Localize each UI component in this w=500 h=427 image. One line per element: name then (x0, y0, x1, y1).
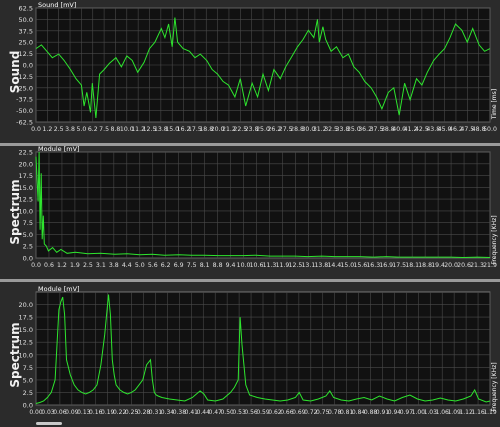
y-axis-label: Module [mV] (38, 285, 80, 293)
x-tick-label: 2.5 (54, 126, 64, 133)
x-tick-label: 20.0 (444, 262, 458, 269)
sound-sidebar-text: Sound (8, 50, 22, 93)
x-tick-label: 4.4 (122, 262, 132, 269)
x-tick-label: 3.8 (65, 126, 75, 133)
x-tick-label: 20.6 (457, 262, 471, 269)
spectrum-sidebar-label: Spectrum (0, 146, 30, 278)
x-tick-label: 5.6 (148, 262, 158, 269)
x-tick-label: 11.9 (276, 262, 290, 269)
x-tick-label: 8.1 (200, 262, 210, 269)
x-tick-label: 8.8 (213, 262, 223, 269)
spectrum-zoom-sidebar-text: Spectrum (8, 321, 22, 388)
x-tick-label: 19.4 (431, 262, 445, 269)
x-tick-label: 50.0 (483, 126, 497, 133)
x-tick-label: 17.5 (392, 262, 406, 269)
spectrum-chart-zoom: 20.017.515.012.510.07.55.02.50.00.000.03… (19, 285, 498, 416)
x-tick-label: 3.8 (109, 262, 119, 269)
x-tick-label: 16.9 (379, 262, 393, 269)
x-tick-label: 21.3 (470, 262, 484, 269)
x-tick-label: 15.0 (340, 262, 354, 269)
x-tick-label: 6.2 (88, 126, 98, 133)
x-axis-label: Frequency [KHz] (491, 215, 498, 264)
y-axis-label: Module [mV] (38, 146, 80, 153)
x-axis-label: Time [ms] (491, 89, 498, 120)
sound-sidebar-label: Sound (0, 0, 30, 143)
x-tick-label: 14.4 (327, 262, 341, 269)
x-tick-label: 6.9 (174, 262, 184, 269)
x-tick-label: 1.9 (70, 262, 80, 269)
x-tick-label: 13.1 (302, 262, 316, 269)
x-tick-label: 1.2 (57, 262, 67, 269)
x-tick-label: 11.3 (263, 262, 277, 269)
horizontal-scrollbar-thumb[interactable] (36, 422, 62, 425)
y-axis-label: Sound [mV] (38, 1, 76, 9)
x-tick-label: 7.5 (187, 262, 197, 269)
spectrum-sidebar-text: Spectrum (8, 179, 22, 245)
x-tick-label: 2.5 (83, 262, 93, 269)
x-tick-label: 1.2 (42, 126, 52, 133)
x-tick-label: 7.5 (99, 126, 109, 133)
x-tick-label: 12.5 (289, 262, 303, 269)
sound-chart: 62.550.037.525.012.50.0-12.5-25.0-37.5-5… (16, 1, 498, 133)
x-tick-label: 10.0 (237, 262, 251, 269)
spectrum-panel-full: Spectrum 22.5 20.0 17.5 15.0 12.5 10.0 7.5 5.0 2… (0, 146, 500, 278)
x-tick-label: 3.1 (96, 262, 106, 269)
sound-panel: Sound 62.5 50.0 37.5 25.0 12.5 0.0 -12.5 -25.0-… (0, 0, 500, 143)
x-tick-label: 18.8 (418, 262, 432, 269)
x-axis-label: Frequency [KHz] (491, 362, 498, 411)
x-tick-label: 0.0 (31, 126, 41, 133)
spectrum-chart-full: 22.520.017.515.012.510.07.55.02.50.00.0 0… (19, 146, 498, 269)
x-tick-label: 0.0 (31, 262, 41, 269)
spectrum-zoom-sidebar-label: Spectrum (0, 282, 30, 427)
x-tick-label: 16.3 (366, 262, 380, 269)
x-tick-label: 5.0 (76, 126, 86, 133)
x-tick-label: 6.2 (161, 262, 171, 269)
x-tick-label: 5.0 (135, 262, 145, 269)
x-tick-label: 18.1 (405, 262, 419, 269)
plot-area (35, 151, 491, 259)
x-tick-label: 13.8 (314, 262, 328, 269)
x-tick-label: 0.6 (44, 262, 54, 269)
spectrum-panel-zoom: Spectrum 20.0 17.5 15.0 12.5 10.0 7.5 5.0 2.5 0.… (0, 282, 500, 427)
x-tick-label: 10.6 (250, 262, 264, 269)
x-tick-label: 15.6 (353, 262, 367, 269)
x-tick-label: 9.4 (226, 262, 236, 269)
